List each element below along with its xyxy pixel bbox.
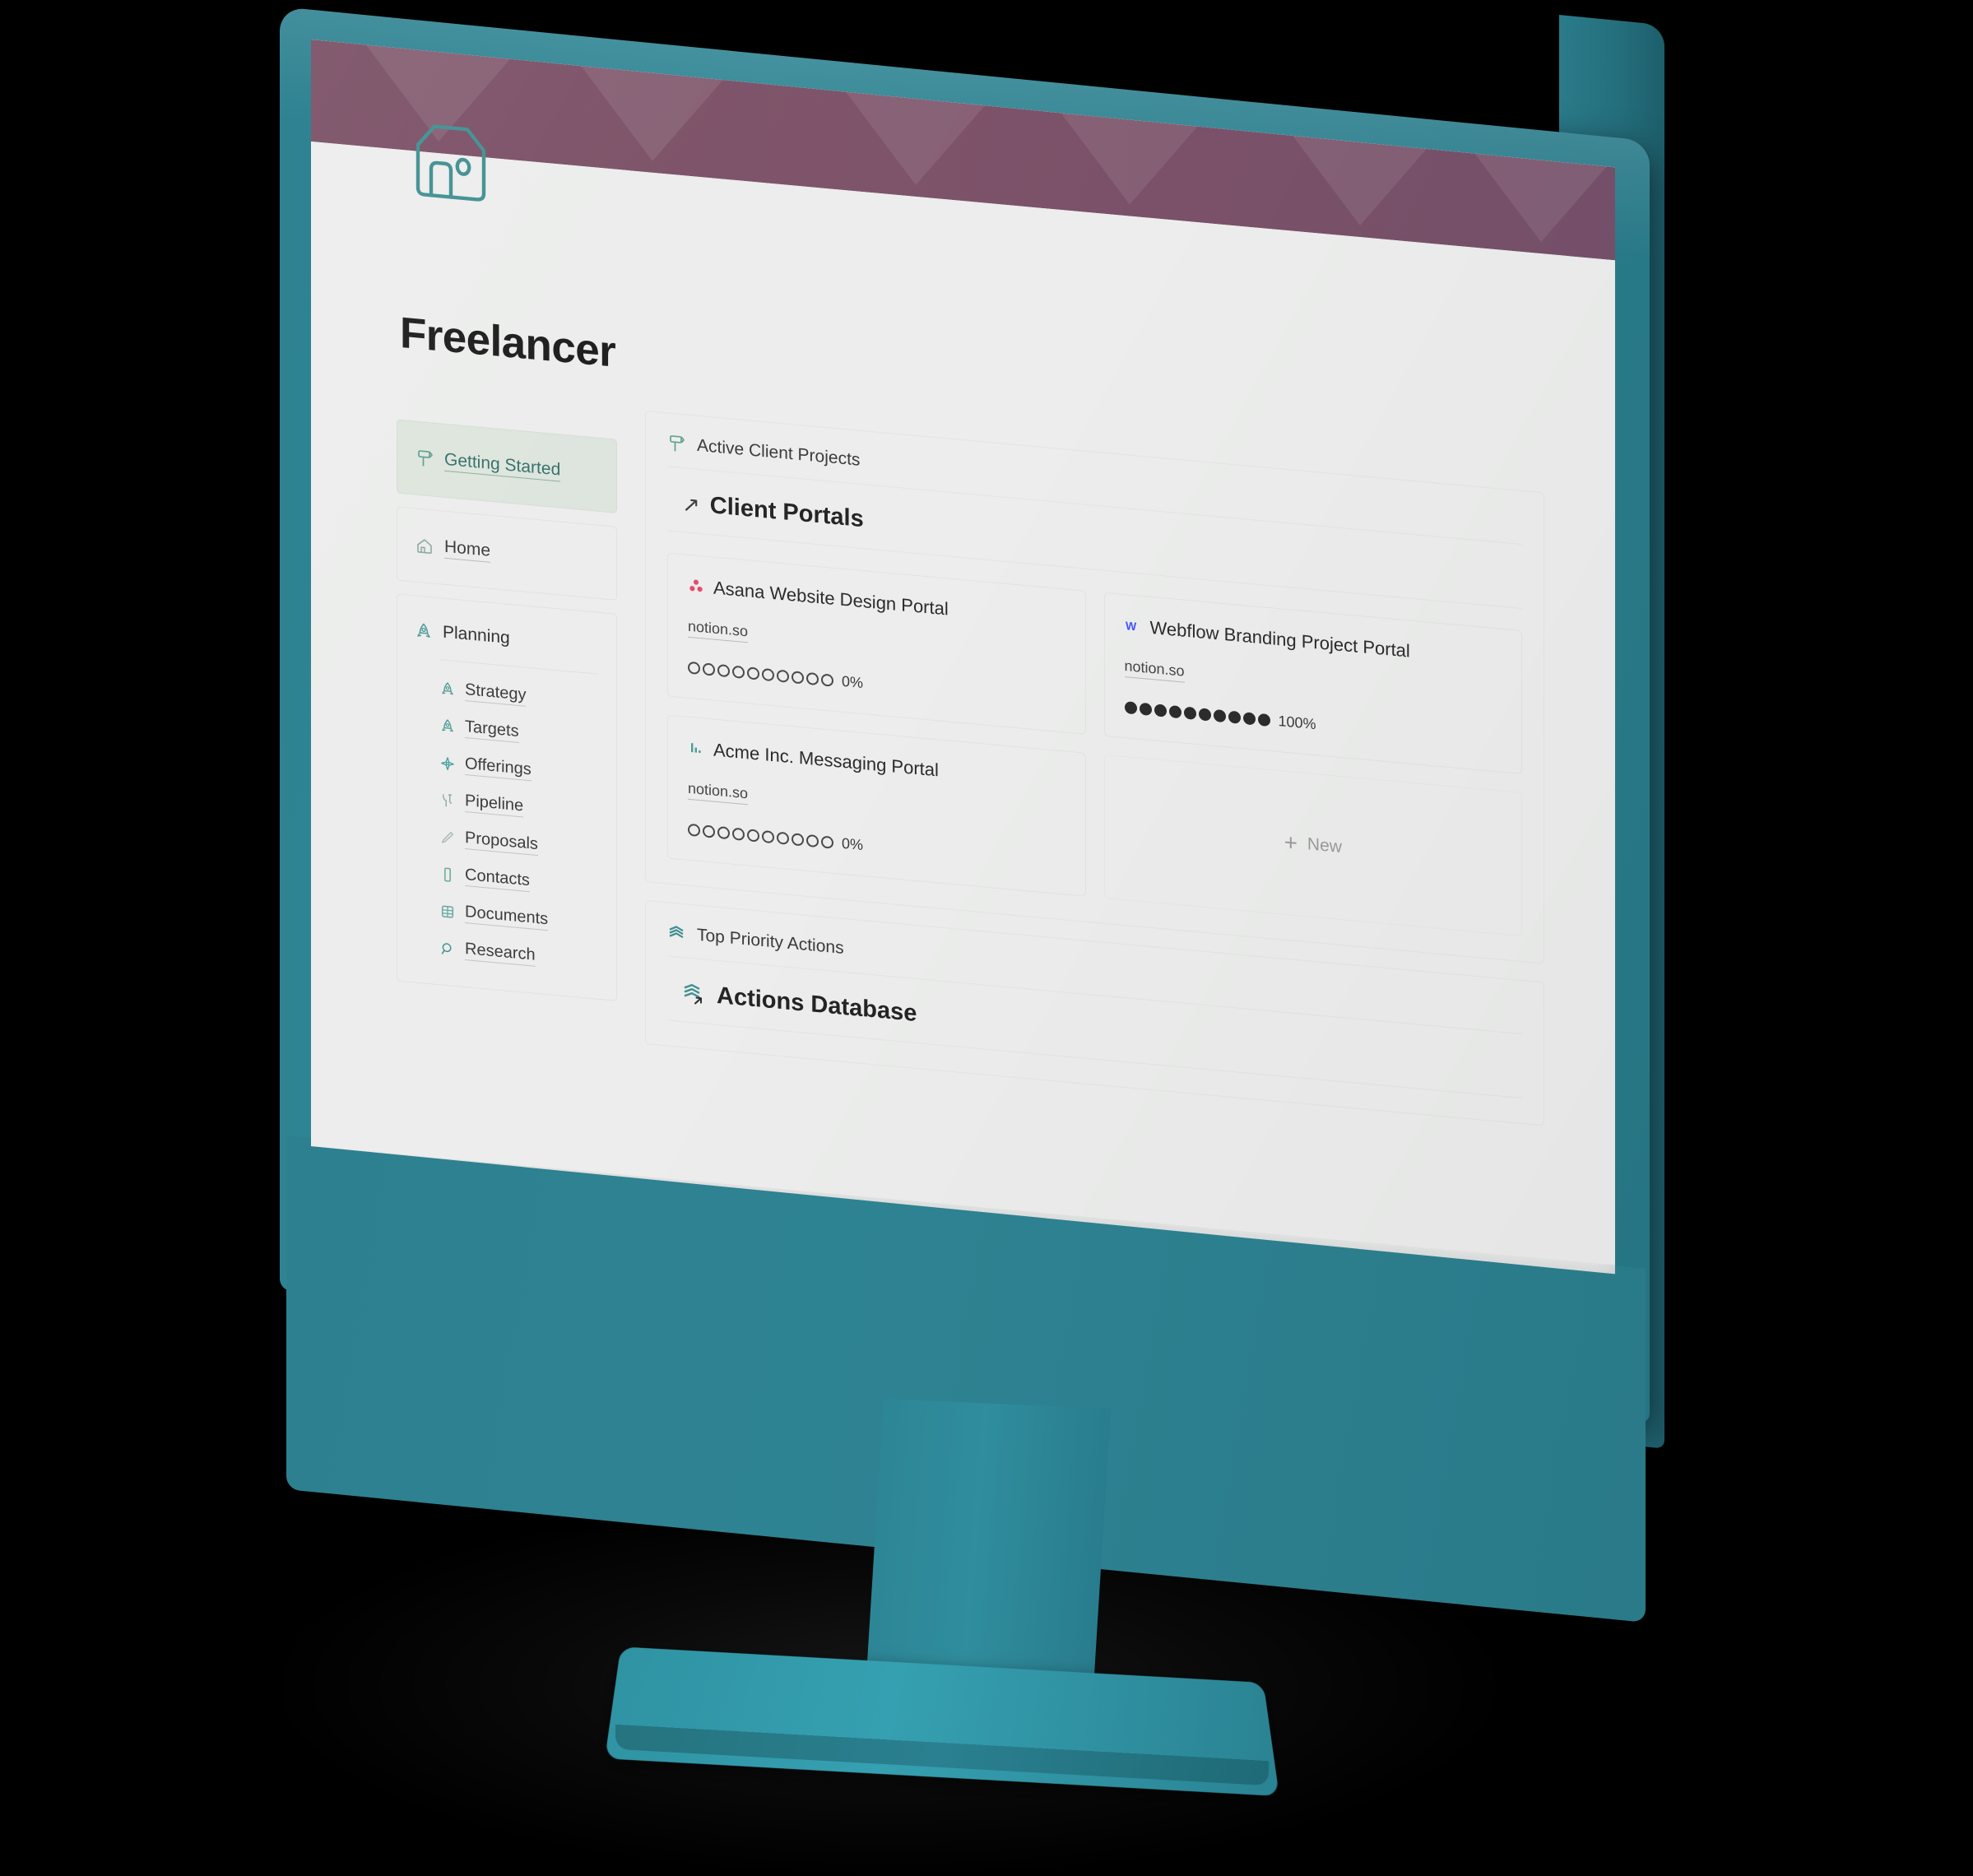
progress-dots [1124, 701, 1270, 727]
sidebar-item-label: Pipeline [465, 792, 524, 818]
plus-icon: + [1284, 829, 1298, 856]
progress-label: 100% [1278, 713, 1316, 733]
page-body: Freelancer Getting Started Home Planning… [311, 142, 1615, 1265]
card-title-text: Webflow Branding Project Portal [1149, 616, 1410, 662]
progress-label: 0% [842, 834, 864, 854]
new-button-content: + New [1284, 829, 1342, 858]
card-title-text: Acme Inc. Messaging Portal [713, 739, 939, 781]
sidebar-item-label: Strategy [465, 680, 527, 707]
signpost-icon [415, 448, 434, 470]
card-url-link[interactable]: notion.so [688, 779, 749, 806]
section-title: Active Client Projects [697, 435, 861, 470]
sidebar-item-label: Contacts [465, 866, 530, 893]
card-acme-inc-messaging-portal[interactable]: Acme Inc. Messaging Portal notion.so 0% [667, 714, 1086, 897]
page-columns: Getting Started Home Planning Strategy T… [311, 380, 1615, 1150]
new-card-button[interactable]: + New [1103, 754, 1522, 937]
section-active-client-projects: Active Client Projects ↗ Client Portals [645, 410, 1544, 964]
pencil-icon [440, 829, 455, 847]
grid-table-icon [440, 903, 455, 921]
stacked-layers-icon [667, 923, 685, 943]
card-asana-website-design-portal[interactable]: Asana Website Design Portal notion.so 0% [667, 552, 1086, 735]
sidebar-item-label: Targets [465, 717, 519, 744]
sidebar-nav: Getting Started Home Planning Strategy T… [397, 388, 617, 1059]
notion-page: Freelancer Getting Started Home Planning… [311, 39, 1615, 1265]
sidebar-item-label: Research [465, 940, 536, 967]
card-progress: 100% [1124, 699, 1502, 750]
svg-text:W: W [1126, 619, 1137, 633]
sidebar-item-label: Home [444, 536, 491, 563]
page-logo-icon[interactable] [408, 111, 494, 211]
magnifier-icon [440, 940, 455, 958]
sidebar-item-label: Proposals [465, 829, 538, 857]
monitor-screen: Freelancer Getting Started Home Planning… [311, 39, 1615, 1275]
sidebar-item-label: Getting Started [444, 449, 561, 482]
sparkle-icon [440, 755, 455, 773]
sidebar-item-label: Offerings [465, 755, 532, 782]
section-title: Top Priority Actions [697, 925, 844, 958]
sidebar-group-label: Planning [443, 623, 510, 648]
card-progress: 0% [688, 659, 1065, 711]
sidebar-item-getting-started[interactable]: Getting Started [397, 419, 617, 513]
card-title-text: Asana Website Design Portal [713, 577, 949, 620]
sidebar-item-label: Documents [465, 903, 549, 931]
database-title: Client Portals [709, 492, 864, 533]
house-icon [415, 536, 434, 556]
card-url-link[interactable]: notion.so [688, 617, 749, 643]
progress-dots [688, 823, 833, 849]
stacked-layers-arrow-icon [682, 981, 707, 1008]
rocket-icon [440, 680, 455, 699]
card-url-link[interactable]: notion.so [1124, 657, 1185, 683]
card-webflow-branding-project-portal[interactable]: W Webflow Branding Project Portal notion… [1103, 592, 1522, 775]
main-content: Active Client Projects ↗ Client Portals [645, 410, 1615, 1150]
card-progress: 0% [688, 821, 1065, 873]
sidebar-group-header[interactable]: Planning [397, 615, 616, 664]
page-title: Freelancer [400, 308, 616, 377]
sidebar-group-planning: Planning Strategy Targets Offerings Pipe… [397, 593, 617, 1001]
database-title: Actions Database [717, 982, 917, 1028]
sidebar-item-home[interactable]: Home [397, 506, 617, 601]
webflow-logo-icon: W [1125, 617, 1141, 635]
rocket-icon [415, 622, 432, 642]
scene: Freelancer Getting Started Home Planning… [0, 0, 1973, 1876]
signpost-icon [667, 433, 685, 454]
diagonal-arrow-icon: ↗ [682, 490, 700, 518]
monitor-device: Freelancer Getting Started Home Planning… [0, 0, 1973, 1876]
funnel-icon [440, 792, 455, 810]
rocket-icon [440, 717, 455, 736]
hexagon-icon [440, 866, 455, 884]
new-button-label: New [1307, 834, 1342, 857]
progress-dots [688, 661, 833, 687]
bar-chart-icon [688, 740, 704, 758]
progress-label: 0% [842, 672, 864, 692]
asana-logo-icon [688, 578, 704, 596]
